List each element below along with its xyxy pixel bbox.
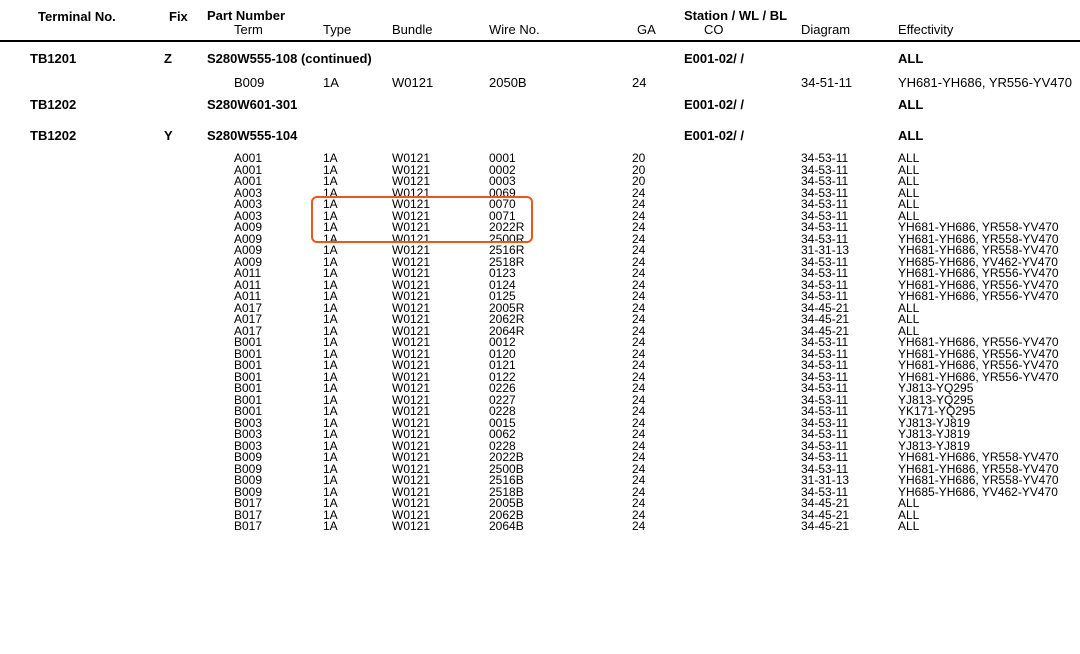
type: 1A [323, 75, 339, 90]
station: E001-02/ / [684, 51, 744, 66]
effectivity: ALL [898, 51, 924, 66]
bundle: W0121 [392, 75, 434, 90]
header-fix: Fix [169, 9, 188, 24]
effectivity: ALL [898, 519, 920, 533]
wire-no: 2064B [489, 519, 524, 533]
header-term: Term [234, 22, 263, 37]
ga: 24 [632, 75, 647, 90]
station: E001-02/ / [684, 97, 744, 112]
diagram: 34-51-11 [801, 75, 853, 90]
terminal-no: TB1202 [30, 97, 77, 112]
header-type: Type [323, 22, 352, 37]
section-row: TB1202 Y S280W555-104 E001-02/ / ALL [0, 128, 1080, 144]
header-divider [0, 40, 1080, 42]
term: B009 [234, 75, 265, 90]
header-bundle: Bundle [392, 22, 433, 37]
part-number: S280W555-108 (continued) [207, 51, 372, 66]
header-wire-no: Wire No. [489, 22, 540, 37]
term: B017 [234, 519, 263, 533]
type: 1A [323, 519, 338, 533]
table-row: B017 1A W0121 2064B 24 34-45-21 ALL [0, 519, 1080, 533]
section-row: TB1201 Z S280W555-108 (continued) E001-0… [0, 51, 1080, 67]
station: E001-02/ / [684, 128, 744, 143]
fix: Y [164, 128, 173, 143]
fix: Z [164, 51, 172, 66]
terminal-no: TB1202 [30, 128, 77, 143]
part-number: S280W555-104 [207, 128, 298, 143]
header-diagram: Diagram [801, 22, 851, 37]
table-row: B009 1A W0121 2050B 24 34-51-11 YH681-YH… [0, 75, 1080, 91]
effectivity: YH681-YH686, YR556-YV470 [898, 75, 1072, 90]
bundle: W0121 [392, 519, 431, 533]
highlight-box [311, 196, 533, 243]
effectivity: ALL [898, 128, 924, 143]
effectivity: YH685-YH686, YV462-YV470 [898, 484, 1058, 499]
section-row: TB1202 S280W601-301 E001-02/ / ALL [0, 97, 1080, 113]
effectivity: YH681-YH686, YR556-YV470 [898, 289, 1059, 303]
header-part-number: Part Number [207, 8, 286, 23]
effectivity: ALL [898, 97, 924, 112]
ga: 24 [632, 519, 646, 533]
header-terminal-no: Terminal No. [38, 9, 116, 24]
wire-list: A001 1A W0121 0001 20 34-53-11 ALL A001 1A W0121 0… [0, 152, 1080, 533]
header-co: CO [704, 22, 724, 37]
diagram: 34-45-21 [801, 519, 850, 533]
wire-no: 2050B [489, 75, 527, 90]
table-header: Terminal No. Fix Part Number Term Type B… [0, 0, 1080, 44]
terminal-no: TB1201 [30, 51, 77, 66]
header-effectivity: Effectivity [898, 22, 954, 37]
part-number: S280W601-301 [207, 97, 298, 112]
header-ga: GA [637, 22, 656, 37]
header-station: Station / WL / BL [684, 8, 788, 23]
